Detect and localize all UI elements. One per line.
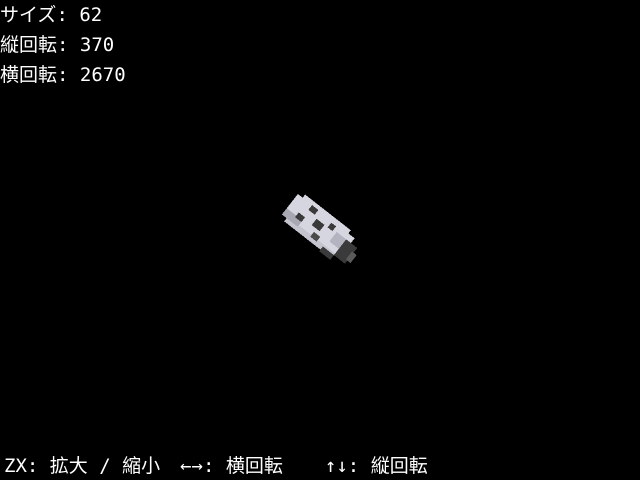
vertical-rotation-value: 370 <box>79 34 115 56</box>
horizontal-rotation-separator: : <box>57 64 80 86</box>
vertical-keys: ↑↓ <box>324 455 348 477</box>
zoom-action: 拡大 / 縮小 <box>49 455 161 477</box>
status-panel: サイズ: 62 縦回転: 370 横回転: 2670 <box>0 0 126 90</box>
zoom-separator: : <box>26 455 50 477</box>
zoom-keys: ZX <box>4 455 27 477</box>
vertical-rotation-label: 縦回転 <box>0 34 58 56</box>
size-label: サイズ <box>0 4 57 26</box>
horizontal-keys: ←→ <box>180 455 203 477</box>
vertical-rotation-readout: 縦回転: 370 <box>0 30 126 60</box>
size-separator: : <box>56 4 80 26</box>
vertical-rotation-separator: : <box>57 34 80 56</box>
size-readout: サイズ: 62 <box>0 0 126 30</box>
voxel-model <box>281 193 358 264</box>
horizontal-rotation-value: 2670 <box>79 64 126 86</box>
size-value: 62 <box>79 4 103 26</box>
horizontal-rotation-readout: 横回転: 2670 <box>0 60 126 90</box>
horizontal-rotation-label: 横回転 <box>0 64 58 86</box>
render-viewport[interactable] <box>0 90 640 450</box>
horizontal-separator: : <box>203 455 226 477</box>
controls-help: ZX: 拡大 / 縮小 ←→: 横回転 ↑↓: 縦回転 <box>0 452 640 480</box>
horizontal-action: 横回転 <box>225 455 283 477</box>
vertical-action: 縦回転 <box>370 455 428 477</box>
vertical-separator: : <box>347 455 371 477</box>
